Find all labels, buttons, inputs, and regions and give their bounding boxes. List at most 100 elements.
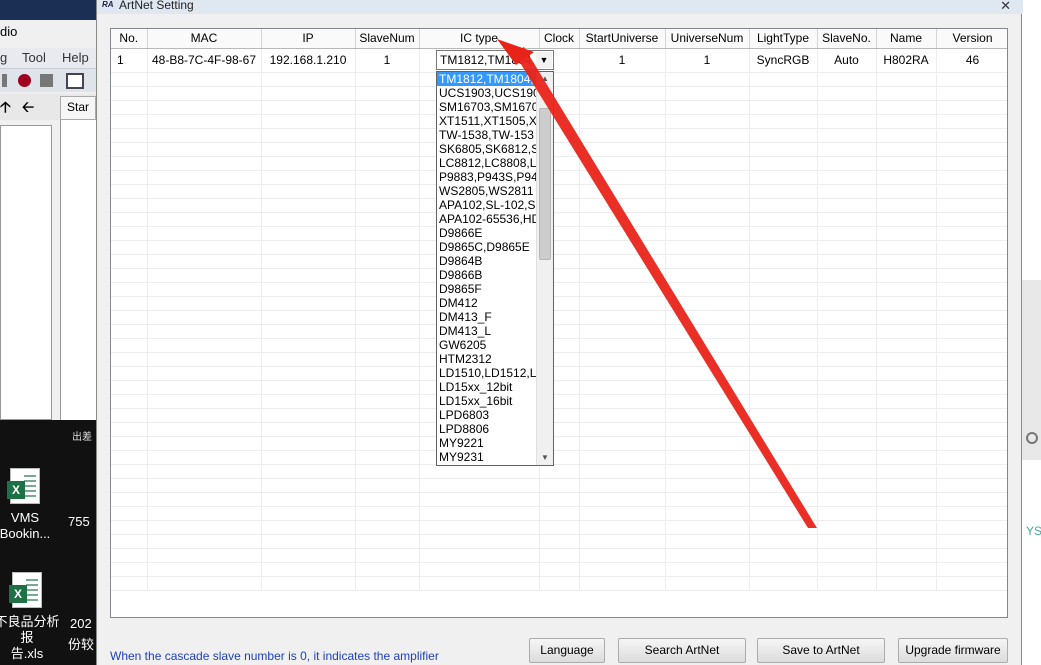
cell-ip[interactable]: 192.168.1.210 xyxy=(261,48,356,73)
table-empty-cell xyxy=(147,450,262,465)
ic-type-option[interactable]: APA102-65536,HD xyxy=(437,212,538,226)
cell-start-universe[interactable]: 1 xyxy=(579,48,666,73)
ic-type-option[interactable]: D9865F xyxy=(437,282,538,296)
ic-type-option[interactable]: SK6805,SK6812,S xyxy=(437,142,538,156)
table-empty-cell xyxy=(539,534,580,549)
ic-type-option[interactable]: UCS1903,UCS1909 xyxy=(437,86,538,100)
ic-type-option[interactable]: MY9231 xyxy=(437,450,538,464)
ic-type-option[interactable]: TM1812,TM1804, xyxy=(437,72,538,86)
column-header-universe-num[interactable]: UniverseNum xyxy=(665,29,750,49)
ic-type-option[interactable]: WS2805,WS2811 xyxy=(437,184,538,198)
language-button[interactable]: Language xyxy=(529,638,605,663)
ic-type-option[interactable]: D9864B xyxy=(437,254,538,268)
ic-type-option[interactable]: LPD8806 xyxy=(437,422,538,436)
scroll-up-icon[interactable]: ▲ xyxy=(537,72,553,86)
table-empty-cell xyxy=(936,464,1007,479)
table-empty-cell xyxy=(876,310,937,325)
table-empty-cell xyxy=(355,394,420,409)
ic-type-option[interactable]: D9865C,D9865E xyxy=(437,240,538,254)
column-header-name[interactable]: Name xyxy=(876,29,937,49)
ic-type-option[interactable]: DM413_F xyxy=(437,310,538,324)
cell-slavenum[interactable]: 1 xyxy=(355,48,420,73)
menu-item-tool[interactable]: Tool xyxy=(22,50,46,65)
tab-start[interactable]: Star xyxy=(60,96,96,120)
upgrade-firmware-button[interactable]: Upgrade firmware xyxy=(898,638,1008,663)
table-row[interactable]: 1 48-B8-7C-4F-98-67 192.168.1.210 1 1 1 … xyxy=(111,48,1007,73)
ic-type-dropdown-list[interactable]: TM1812,TM1804, UCS1903,UCS1909 SM16703,SM1… xyxy=(436,71,554,466)
desktop-partial-label: 份较 xyxy=(68,637,95,652)
arrow-back-icon[interactable]: 🡠 xyxy=(22,97,34,122)
close-icon[interactable]: ✕ xyxy=(1000,0,1011,14)
table-empty-cell xyxy=(579,310,666,325)
cell-no[interactable]: 1 xyxy=(111,48,148,73)
stop-square-icon[interactable] xyxy=(40,74,53,87)
desktop-icon-vms-booking[interactable]: X VMS Bookin... xyxy=(0,468,56,542)
cell-version[interactable]: 46 xyxy=(936,48,1007,73)
column-header-ic-type[interactable]: IC type xyxy=(419,29,540,49)
ic-type-option[interactable]: APA102,SL-102,SI xyxy=(437,198,538,212)
ic-type-option[interactable]: GW6205 xyxy=(437,338,538,352)
ic-type-select[interactable]: TM1812,TM1804, ▼ xyxy=(436,50,554,70)
column-header-ip[interactable]: IP xyxy=(261,29,356,49)
table-empty-cell xyxy=(817,240,877,255)
cell-mac[interactable]: 48-B8-7C-4F-98-67 xyxy=(147,48,262,73)
cell-universe-num[interactable]: 1 xyxy=(665,48,750,73)
chevron-down-icon[interactable]: ▼ xyxy=(536,52,552,68)
desktop-icon-defect-analysis[interactable]: X 不良品分析报 告.xls xyxy=(0,572,62,662)
excel-file-icon: X xyxy=(7,468,40,504)
dialog-titlebar[interactable]: RA ArtNet Setting ✕ xyxy=(97,0,1023,14)
table-empty-cell xyxy=(147,380,262,395)
column-header-light-type[interactable]: LightType xyxy=(749,29,818,49)
save-to-artnet-button[interactable]: Save to ArtNet xyxy=(757,638,885,663)
ic-type-option[interactable]: XT1511,XT1505,X xyxy=(437,114,538,128)
cell-name[interactable]: H802RA xyxy=(876,48,937,73)
ic-type-option[interactable]: P9883,P943S,P94 xyxy=(437,170,538,184)
table-empty-cell xyxy=(936,156,1007,171)
table-empty-row xyxy=(111,72,1007,87)
ic-type-option[interactable]: DM412 xyxy=(437,296,538,310)
excel-file-icon: X xyxy=(9,572,42,608)
table-empty-cell xyxy=(111,352,148,367)
record-icon[interactable] xyxy=(18,74,31,87)
table-empty-cell xyxy=(147,72,262,87)
ic-type-option[interactable]: D9866E xyxy=(437,226,538,240)
column-header-slave-no[interactable]: SlaveNo. xyxy=(817,29,877,49)
ic-type-option[interactable]: TW-1538,TW-153 xyxy=(437,128,538,142)
table-empty-cell xyxy=(355,436,420,451)
arrow-up-icon[interactable]: 🡡 xyxy=(0,97,11,122)
column-header-slavenum[interactable]: SlaveNum xyxy=(355,29,420,49)
table-empty-cell xyxy=(665,114,750,129)
ic-type-option[interactable]: D9866B xyxy=(437,268,538,282)
ic-type-option[interactable]: LD1510,LD1512,L xyxy=(437,366,538,380)
table-empty-cell xyxy=(936,562,1007,577)
cell-light-type[interactable]: SyncRGB xyxy=(749,48,818,73)
cell-slave-no[interactable]: Auto xyxy=(817,48,877,73)
window-icon[interactable] xyxy=(66,73,84,89)
scroll-down-icon[interactable]: ▼ xyxy=(537,451,553,465)
dropdown-scrollbar[interactable]: ▲ ▼ xyxy=(536,72,553,465)
table-empty-cell xyxy=(579,86,666,101)
ic-type-option[interactable]: DM413_L xyxy=(437,324,538,338)
table-empty-cell xyxy=(261,100,356,115)
menu-item-help[interactable]: Help xyxy=(62,50,89,65)
stop-icon[interactable] xyxy=(2,74,7,87)
ic-type-option[interactable]: LC8812,LC8808,LC xyxy=(437,156,538,170)
menu-item-g[interactable]: g xyxy=(0,50,7,65)
column-header-mac[interactable]: MAC xyxy=(147,29,262,49)
ic-type-option[interactable]: LD15xx_12bit xyxy=(437,380,538,394)
table-empty-cell xyxy=(355,408,420,423)
ic-type-option[interactable]: HTM2312 xyxy=(437,352,538,366)
table-empty-cell xyxy=(355,520,420,535)
scrollbar-thumb[interactable] xyxy=(539,108,551,260)
column-header-no[interactable]: No. xyxy=(111,29,148,49)
ic-type-option[interactable]: LD15xx_16bit xyxy=(437,394,538,408)
table-empty-cell xyxy=(111,142,148,157)
ic-type-option[interactable]: LPD6803 xyxy=(437,408,538,422)
table-empty-cell xyxy=(147,562,262,577)
column-header-start-universe[interactable]: StartUniverse xyxy=(579,29,666,49)
ic-type-option[interactable]: MY9221 xyxy=(437,436,538,450)
column-header-version[interactable]: Version xyxy=(936,29,1007,49)
search-artnet-button[interactable]: Search ArtNet xyxy=(618,638,746,663)
ic-type-option[interactable]: SM16703,SM1670 xyxy=(437,100,538,114)
column-header-clock[interactable]: Clock xyxy=(539,29,580,49)
